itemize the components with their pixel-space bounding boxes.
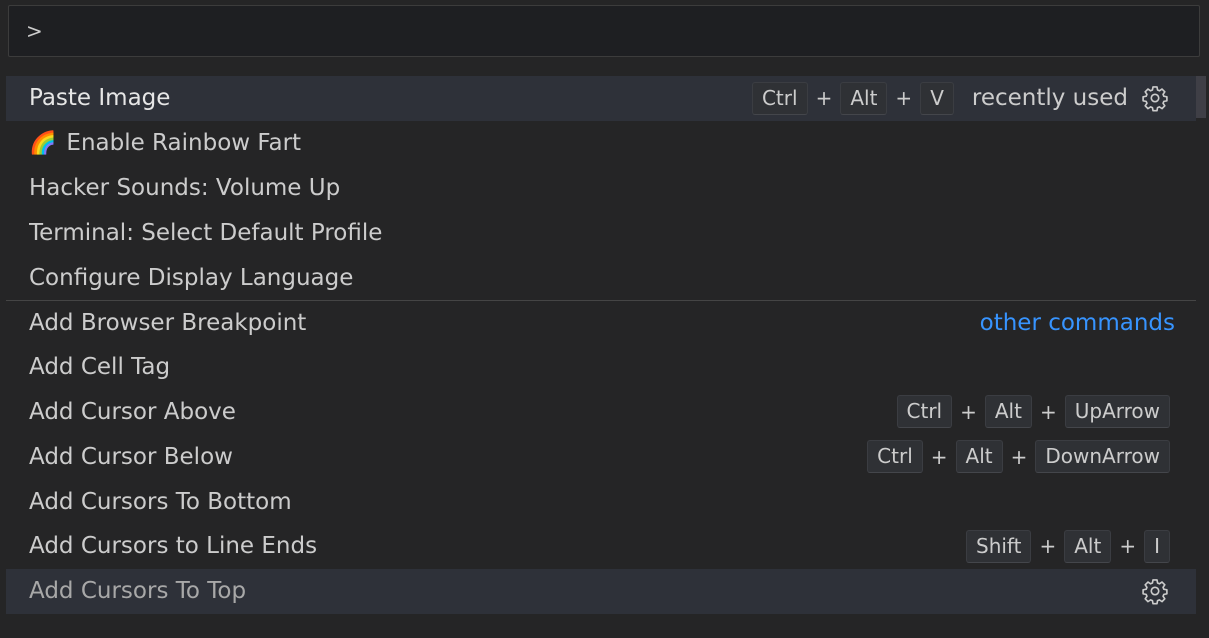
command-input-box[interactable] <box>8 5 1200 57</box>
command-label: Add Browser Breakpoint <box>29 309 307 336</box>
command-input[interactable] <box>9 6 1199 56</box>
scrollbar-thumb[interactable] <box>1196 76 1206 118</box>
key: Alt <box>840 81 888 115</box>
key-separator: + <box>895 86 913 111</box>
command-palette: Paste Image Ctrl + Alt + V recently used <box>0 0 1209 638</box>
command-item-add-cursors-to-bottom[interactable]: Add Cursors To Bottom <box>6 479 1196 524</box>
command-item-add-browser-breakpoint[interactable]: Add Browser Breakpoint other commands <box>6 299 1196 345</box>
command-label: Enable Rainbow Fart <box>66 130 302 157</box>
command-label: Paste Image <box>29 85 171 112</box>
key-separator: + <box>1039 399 1057 424</box>
command-item-hacker-sounds-volume-up[interactable]: Hacker Sounds: Volume Up <box>6 166 1196 211</box>
group-label-other-commands: other commands <box>979 309 1175 336</box>
gear-icon[interactable] <box>1140 83 1170 113</box>
command-list: Paste Image Ctrl + Alt + V recently used <box>6 76 1196 614</box>
key: Shift <box>966 529 1032 563</box>
key-separator: + <box>960 399 977 424</box>
command-label: Add Cell Tag <box>29 354 171 381</box>
command-item-add-cursors-to-line-ends[interactable]: Add Cursors to Line Ends Shift + Alt + I <box>6 524 1196 569</box>
command-item-terminal-select-default-profile[interactable]: Terminal: Select Default Profile <box>6 210 1196 255</box>
key: UpArrow <box>1064 395 1170 429</box>
command-item-add-cursor-above[interactable]: Add Cursor Above Ctrl + Alt + UpArrow <box>6 390 1196 435</box>
recently-used-label: recently used <box>971 85 1128 112</box>
key: Alt <box>955 440 1003 474</box>
command-label: Add Cursors To Top <box>29 578 247 605</box>
command-label: Terminal: Select Default Profile <box>29 219 383 246</box>
key: Ctrl <box>867 440 923 474</box>
key-separator: + <box>1039 534 1057 559</box>
command-label: Add Cursor Above <box>29 398 236 425</box>
command-item-add-cursor-below[interactable]: Add Cursor Below Ctrl + Alt + DownArrow <box>6 434 1196 479</box>
command-item-paste-image[interactable]: Paste Image Ctrl + Alt + V recently used <box>6 76 1196 121</box>
key: Alt <box>984 395 1032 429</box>
key-separator: + <box>1119 534 1137 559</box>
command-label: Add Cursor Below <box>29 443 233 470</box>
gear-icon[interactable] <box>1140 576 1170 606</box>
command-label: Add Cursors to Line Ends <box>29 533 318 560</box>
key-separator: + <box>1010 444 1028 469</box>
keybinding: Ctrl + Alt + UpArrow <box>896 395 1170 429</box>
key: I <box>1144 529 1170 563</box>
command-item-configure-display-language[interactable]: Configure Display Language <box>6 255 1196 300</box>
key-separator: + <box>930 444 948 469</box>
rainbow-emoji: 🌈 <box>29 131 57 157</box>
key: DownArrow <box>1035 440 1170 474</box>
command-item-add-cell-tag[interactable]: Add Cell Tag <box>6 345 1196 390</box>
key-separator: + <box>815 86 833 111</box>
key: Alt <box>1064 529 1112 563</box>
command-item-enable-rainbow-fart[interactable]: 🌈 Enable Rainbow Fart <box>6 121 1196 166</box>
command-label: Configure Display Language <box>29 264 354 291</box>
key: V <box>920 81 954 115</box>
command-label: Add Cursors To Bottom <box>29 488 292 515</box>
keybinding: Ctrl + Alt + DownArrow <box>867 440 1170 474</box>
command-label: Hacker Sounds: Volume Up <box>29 174 341 201</box>
keybinding: Shift + Alt + I <box>966 529 1170 563</box>
keybinding: Ctrl + Alt + V <box>751 81 954 115</box>
command-item-add-cursors-to-top[interactable]: Add Cursors To Top <box>6 568 1196 614</box>
key: Ctrl <box>896 395 953 429</box>
key: Ctrl <box>751 81 808 115</box>
